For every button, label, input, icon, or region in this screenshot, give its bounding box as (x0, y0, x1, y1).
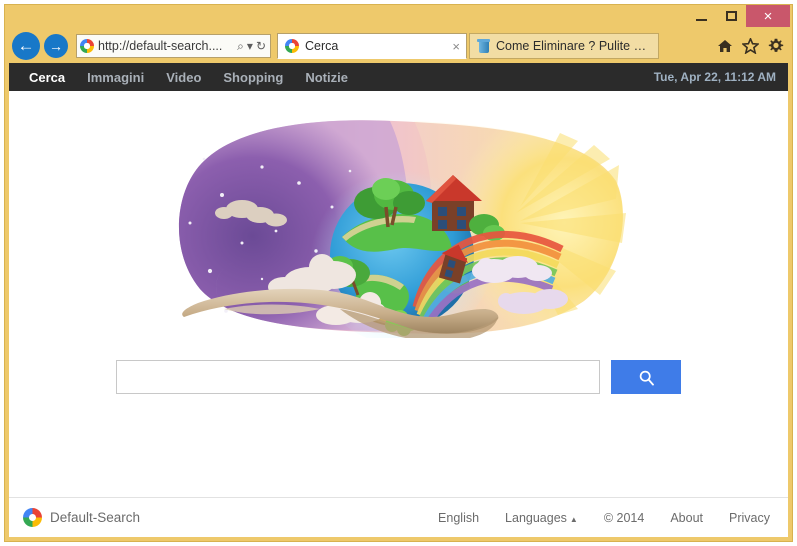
close-icon: × (763, 7, 773, 25)
site-nav-item-cerca[interactable]: Cerca (29, 70, 65, 85)
address-dropdown-icon[interactable]: ▾ (247, 39, 253, 53)
footer-logo-ring-icon (23, 508, 42, 527)
footer-link-languages[interactable]: Languages ▲ (505, 511, 578, 525)
site-nav-item-shopping[interactable]: Shopping (223, 70, 283, 85)
hero-illustration-wrap (9, 91, 788, 338)
site-navigation-bar: Cerca Immagini Video Shopping Notizie Tu… (9, 63, 788, 91)
maximize-icon (725, 11, 737, 21)
footer-link-privacy[interactable]: Privacy (729, 511, 770, 525)
search-row (9, 360, 788, 394)
trash-bin-icon (477, 39, 490, 53)
settings-gear-icon[interactable] (768, 38, 784, 54)
footer-link-languages-label: Languages (505, 510, 567, 525)
nav-datetime: Tue, Apr 22, 11:12 AM (653, 70, 776, 84)
hero-illustration (164, 103, 634, 338)
tab-cerca[interactable]: Cerca × (277, 33, 467, 59)
forward-button[interactable]: → (44, 34, 68, 58)
site-footer: Default-Search English Languages ▲ © 2014… (9, 497, 788, 537)
footer-link-about[interactable]: About (670, 511, 703, 525)
maximize-button[interactable] (716, 5, 746, 27)
site-nav-item-notizie[interactable]: Notizie (305, 70, 348, 85)
tab-close-icon[interactable]: × (452, 39, 460, 54)
forward-arrow-icon: → (49, 38, 63, 54)
browser-tool-icons (717, 38, 788, 54)
back-button[interactable]: ← (12, 32, 40, 60)
back-arrow-icon: ← (17, 36, 35, 55)
footer-brand-label: Default-Search (50, 510, 141, 525)
footer-brand[interactable]: Default-Search (23, 508, 140, 527)
tab-cerca-label: Cerca (305, 39, 339, 53)
site-nav-item-immagini[interactable]: Immagini (87, 70, 144, 85)
refresh-icon[interactable]: ↻ (256, 39, 266, 53)
search-magnifier-icon (639, 370, 654, 386)
search-input[interactable] (116, 360, 600, 394)
minimize-icon (695, 18, 707, 21)
address-bar[interactable]: http://default-search.... ⌕ ▾ ↻ (76, 34, 271, 58)
tab-favicon-ring-icon (285, 39, 299, 53)
close-window-button[interactable]: × (746, 5, 790, 27)
tab-strip: Cerca × Come Eliminare ? Pulite e fat... (277, 33, 659, 59)
title-bar: × (5, 5, 792, 29)
tab-come-eliminare[interactable]: Come Eliminare ? Pulite e fat... (469, 33, 659, 59)
footer-link-english[interactable]: English (438, 511, 479, 525)
site-nav-item-video[interactable]: Video (166, 70, 201, 85)
footer-links: English Languages ▲ © 2014 About Privacy (438, 511, 770, 525)
caret-up-icon: ▲ (569, 514, 578, 524)
tab-come-eliminare-label: Come Eliminare ? Pulite e fat... (496, 39, 652, 53)
browser-toolbar: ← → http://default-search.... ⌕ ▾ ↻ Cerc… (5, 29, 792, 63)
address-url-text: http://default-search.... (98, 39, 223, 53)
page-content: Cerca Immagini Video Shopping Notizie Tu… (9, 63, 788, 537)
footer-copyright: © 2014 (603, 510, 645, 525)
address-search-icon[interactable]: ⌕ (237, 39, 244, 54)
address-favicon-ring-icon (80, 39, 94, 53)
browser-window: × ← → http://default-search.... ⌕ ▾ ↻ Ce… (4, 4, 793, 542)
search-submit-button[interactable] (611, 360, 681, 394)
favorites-star-icon[interactable] (742, 38, 759, 54)
home-icon[interactable] (717, 39, 733, 53)
window-controls: × (686, 5, 790, 27)
minimize-button[interactable] (686, 5, 716, 27)
